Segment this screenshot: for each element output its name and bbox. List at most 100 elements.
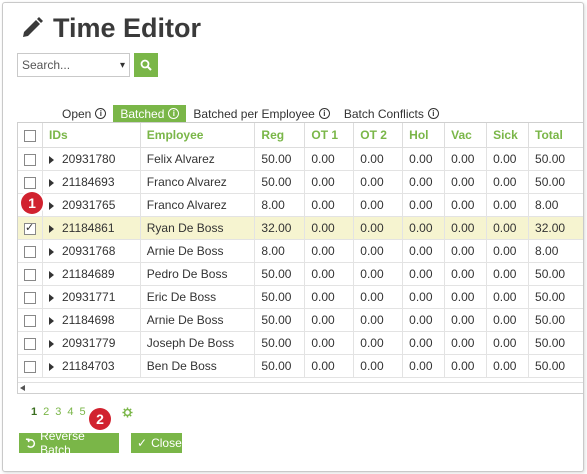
info-icon[interactable]: i <box>427 108 439 119</box>
cell-vac: 0.00 <box>444 262 488 286</box>
cell-sick: 0.00 <box>486 262 530 286</box>
table-row[interactable]: 21184689 Pedro De Boss 50.00 0.00 0.00 0… <box>18 262 583 286</box>
expand-caret-icon[interactable] <box>49 247 54 256</box>
cell-ot2: 0.00 <box>353 308 404 332</box>
tab-batch-conflicts[interactable]: Batch Conflicts i <box>337 105 446 122</box>
column-header-reg[interactable]: Reg <box>254 123 306 148</box>
table-row[interactable]: 20931768 Arnie De Boss 8.00 0.00 0.00 0.… <box>18 239 583 263</box>
table-row[interactable]: 21184693 Franco Alvarez 50.00 0.00 0.00 … <box>18 170 583 194</box>
cell-sick: 0.00 <box>486 170 530 194</box>
row-checkbox[interactable] <box>24 153 36 166</box>
cell-ot1: 0.00 <box>304 354 355 378</box>
column-header-ot2[interactable]: OT 2 <box>353 123 404 148</box>
cell-hol: 0.00 <box>402 331 446 355</box>
expand-caret-icon[interactable] <box>49 201 54 210</box>
cell-employee: Joseph De Boss <box>140 331 256 355</box>
column-header-hol[interactable]: Hol <box>402 123 446 148</box>
cell-employee: Felix Alvarez <box>140 147 256 171</box>
row-checkbox[interactable] <box>24 337 36 350</box>
page-4-link[interactable]: 4 <box>67 406 73 418</box>
tab-label: Batched <box>120 106 165 121</box>
column-header-sick[interactable]: Sick <box>486 123 530 148</box>
reverse-batch-button[interactable]: Reverse Batch <box>19 429 119 457</box>
page-1-link[interactable]: 1 <box>31 406 37 418</box>
expand-caret-icon[interactable] <box>49 339 54 348</box>
cell-total: 50.00 <box>528 285 583 309</box>
expand-caret-icon[interactable] <box>49 155 54 164</box>
cell-id: 20931779 <box>62 336 116 350</box>
tab-batched[interactable]: Batched i <box>113 105 187 122</box>
tab-open[interactable]: Open i <box>55 105 113 122</box>
cell-total: 8.00 <box>528 193 583 217</box>
page-5-link[interactable]: 5 <box>80 406 86 418</box>
cell-hol: 0.00 <box>402 193 446 217</box>
column-header-ids[interactable]: IDs <box>42 123 141 148</box>
row-checkbox[interactable] <box>24 176 36 189</box>
column-header-vac[interactable]: Vac <box>444 123 488 148</box>
cell-total: 8.00 <box>528 239 583 263</box>
expand-caret-icon[interactable] <box>49 316 54 325</box>
cell-id: 20931771 <box>62 290 116 304</box>
chevron-down-icon[interactable]: ▾ <box>120 60 125 71</box>
reverse-batch-label: Reverse Batch <box>40 429 85 457</box>
column-header-employee[interactable]: Employee <box>140 123 256 148</box>
select-all-checkbox[interactable] <box>24 129 36 142</box>
cell-total: 32.00 <box>528 216 583 240</box>
table-row[interactable]: 20931765 Franco Alvarez 8.00 0.00 0.00 0… <box>18 193 583 217</box>
table-row[interactable]: 20931779 Joseph De Boss 50.00 0.00 0.00 … <box>18 331 583 355</box>
table-row-selected[interactable]: 21184861 Ryan De Boss 32.00 0.00 0.00 0.… <box>18 216 583 240</box>
cell-vac: 0.00 <box>444 331 488 355</box>
expand-caret-icon[interactable] <box>49 270 54 279</box>
select-all-cell <box>18 123 43 148</box>
cell-id: 20931780 <box>62 152 116 166</box>
expand-caret-icon[interactable] <box>49 224 54 233</box>
cell-employee: Ben De Boss <box>140 354 256 378</box>
row-checkbox[interactable] <box>24 291 36 304</box>
horizontal-scrollbar[interactable] <box>18 382 583 393</box>
cell-vac: 0.00 <box>444 170 488 194</box>
cell-sick: 0.00 <box>486 216 530 240</box>
row-checkbox[interactable] <box>24 314 36 327</box>
table-row[interactable]: 21184698 Arnie De Boss 50.00 0.00 0.00 0… <box>18 308 583 332</box>
table-row[interactable]: 21184703 Ben De Boss 50.00 0.00 0.00 0.0… <box>18 354 583 378</box>
cell-reg: 8.00 <box>254 239 306 263</box>
scroll-left-icon[interactable] <box>20 385 25 391</box>
gear-icon[interactable] <box>122 406 133 418</box>
cell-hol: 0.00 <box>402 239 446 263</box>
search-button[interactable] <box>134 53 158 77</box>
row-checkbox[interactable] <box>24 245 36 258</box>
tab-batched-per-employee[interactable]: Batched per Employee i <box>186 105 336 122</box>
cell-ot2: 0.00 <box>353 354 404 378</box>
column-header-total[interactable]: Total <box>528 123 583 148</box>
search-input[interactable]: Search... ▾ <box>17 53 130 77</box>
close-button[interactable]: ✓ Close <box>131 433 182 453</box>
row-checkbox[interactable] <box>24 360 36 373</box>
table-row[interactable]: 20931780 Felix Alvarez 50.00 0.00 0.00 0… <box>18 147 583 171</box>
table-header-row: IDs Employee Reg OT 1 OT 2 Hol Vac Sick … <box>18 123 583 148</box>
page-title-text: Time Editor <box>53 12 202 43</box>
cell-reg: 50.00 <box>254 170 306 194</box>
table-row[interactable]: 20931771 Eric De Boss 50.00 0.00 0.00 0.… <box>18 285 583 309</box>
page-3-link[interactable]: 3 <box>55 406 61 418</box>
cell-employee: Ryan De Boss <box>140 216 256 240</box>
close-label: Close <box>151 436 182 450</box>
column-header-ot1[interactable]: OT 1 <box>304 123 355 148</box>
info-icon[interactable]: i <box>95 108 107 119</box>
cell-id: 20931765 <box>62 198 116 212</box>
row-checkbox[interactable] <box>24 268 36 281</box>
cell-id: 21184861 <box>62 221 115 235</box>
table-body: 20931780 Felix Alvarez 50.00 0.00 0.00 0… <box>18 147 583 378</box>
info-icon[interactable]: i <box>168 108 180 119</box>
page-2-link[interactable]: 2 <box>43 406 49 418</box>
row-checkbox-checked[interactable] <box>24 221 36 235</box>
cell-reg: 8.00 <box>254 193 306 217</box>
expand-caret-icon[interactable] <box>49 293 54 302</box>
cell-hol: 0.00 <box>402 216 446 240</box>
expand-caret-icon[interactable] <box>49 362 54 371</box>
expand-caret-icon[interactable] <box>49 178 54 187</box>
cell-employee: Eric De Boss <box>140 285 256 309</box>
cell-ot1: 0.00 <box>304 285 355 309</box>
info-icon[interactable]: i <box>318 108 330 119</box>
cell-reg: 50.00 <box>254 285 306 309</box>
cell-ot2: 0.00 <box>353 193 404 217</box>
